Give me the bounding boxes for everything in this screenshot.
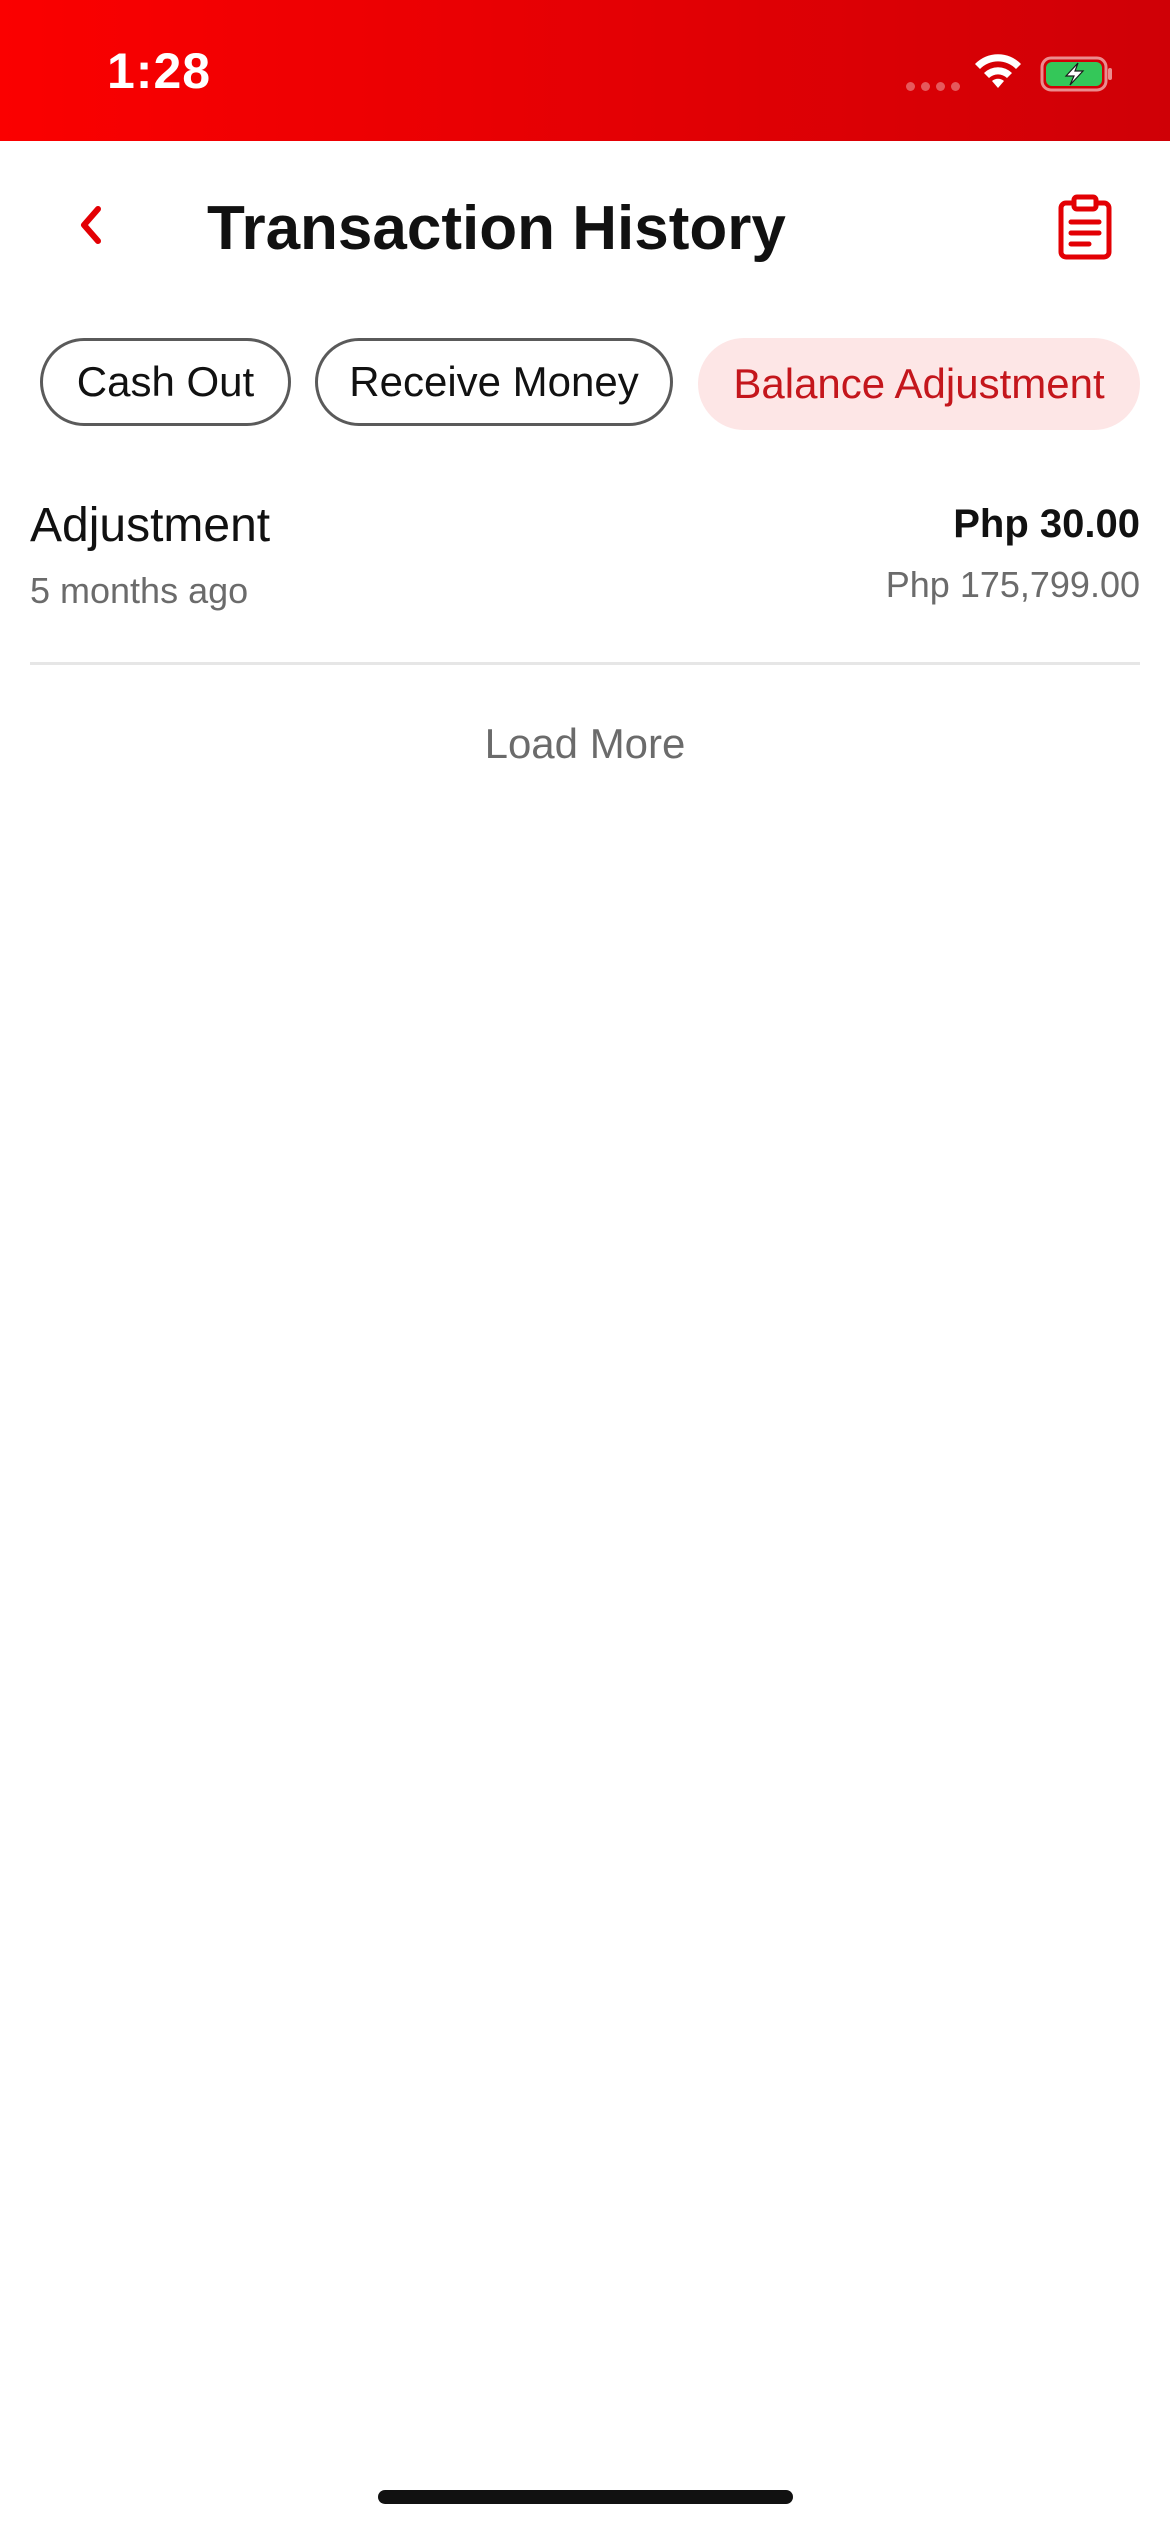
- transaction-time: 5 months ago: [30, 570, 249, 611]
- load-more-button[interactable]: Load More: [0, 720, 1170, 768]
- transaction-history-screen: 1:28 Transaction History Cash Out Receiv…: [0, 0, 1170, 2532]
- clipboard-button[interactable]: [1050, 189, 1120, 265]
- home-indicator[interactable]: [378, 2490, 793, 2504]
- wifi-icon: [975, 54, 1021, 88]
- battery-charging-icon: [1040, 56, 1112, 92]
- filter-chip-balance-adjustment[interactable]: Balance Adjustment: [698, 338, 1140, 430]
- status-time: 1:28: [107, 43, 212, 99]
- page-title: Transaction History: [207, 194, 786, 263]
- chevron-left-icon: [81, 206, 101, 244]
- cellular-signal-icon: [906, 82, 960, 91]
- filter-chip-receive-money[interactable]: Receive Money: [315, 338, 673, 426]
- filter-chip-cash-out[interactable]: Cash Out: [40, 338, 291, 426]
- transaction-row[interactable]: Adjustment 5 months ago Php 30.00 Php 17…: [30, 480, 1140, 665]
- nav-bar: Transaction History: [0, 141, 1170, 311]
- back-button[interactable]: [58, 193, 122, 257]
- status-bar: 1:28: [0, 0, 1170, 141]
- clipboard-icon: [1058, 194, 1112, 260]
- transaction-balance: Php 175,799.00: [885, 564, 1140, 605]
- filter-chips: Cash Out Receive Money Balance Adjustmen…: [0, 338, 1170, 432]
- transaction-title: Adjustment: [30, 499, 271, 552]
- transaction-amount: Php 30.00: [953, 502, 1140, 546]
